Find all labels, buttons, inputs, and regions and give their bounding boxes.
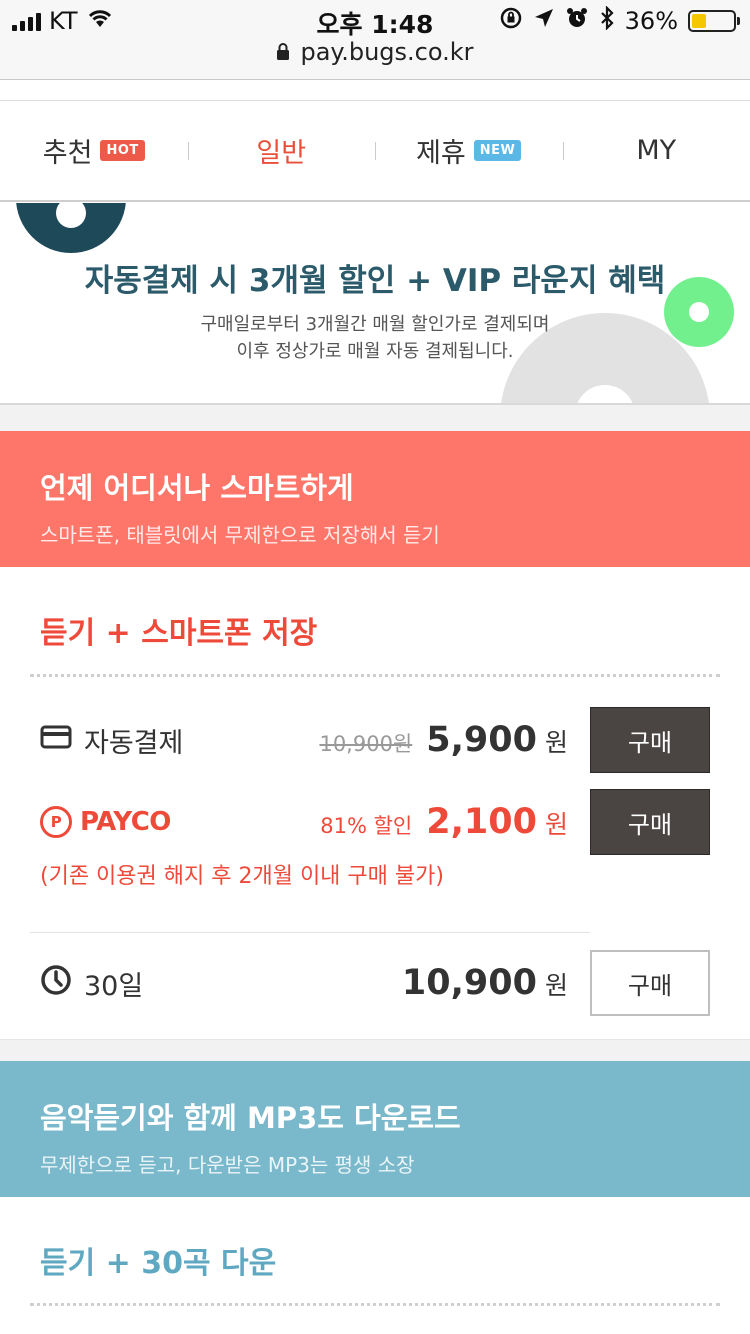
tab-recommend[interactable]: 추천 HOT (0, 131, 188, 170)
days-label: 30일 (84, 970, 144, 1002)
payco-price: 2,100 (426, 802, 537, 842)
days-30-row: 30일 10,900 원 구매 (40, 950, 710, 1016)
divider (30, 932, 590, 933)
disc-decoration (16, 203, 126, 253)
browser-status-bar: KT 오후 1:48 36% pay.bugs.co.kr (0, 0, 750, 80)
tab-label: 일반 (256, 138, 307, 169)
new-badge: NEW (473, 140, 522, 161)
tab-label: 추천 (42, 138, 93, 169)
section-header-smart: 언제 어디서나 스마트하게 스마트폰, 태블릿에서 무제한으로 저장해서 듣기 (0, 431, 750, 567)
product-title: 듣기 + 30곡 다운 (40, 1246, 277, 1281)
payco-icon: P (40, 806, 72, 838)
payco-row: P PAYCO 81% 할인 2,100 원 구매 (40, 789, 710, 855)
auto-pay-label: 자동결제 (84, 727, 184, 759)
tab-my[interactable]: MY (562, 135, 750, 166)
days-price: 10,900 (401, 963, 537, 1003)
auto-pay-row: 자동결제 10,900원 5,900 원 구매 (40, 707, 710, 773)
promo-banner: 자동결제 시 3개월 할인 + VIP 라운지 혜택 구매일로부터 3개월간 매… (0, 203, 750, 405)
tab-label: 제휴 (416, 138, 466, 169)
location-icon (533, 7, 555, 35)
url-bar[interactable]: pay.bugs.co.kr (0, 38, 750, 66)
clock-icon (40, 964, 72, 1003)
hot-badge: HOT (100, 140, 145, 161)
section-heading: 음악듣기와 함께 MP3도 다운로드 (40, 1101, 461, 1135)
banner-description: 구매일로부터 3개월간 매월 할인가로 결제되며 이후 정상가로 매월 자동 결… (200, 314, 550, 362)
section-heading: 언제 어디서나 스마트하게 (40, 471, 354, 505)
buy-30days-button[interactable]: 구매 (590, 950, 710, 1016)
category-tabs: 추천 HOT 일반 제휴 NEW MY (0, 100, 750, 202)
buy-auto-pay-button[interactable]: 구매 (590, 707, 710, 773)
alarm-icon (565, 6, 589, 36)
divider (30, 1303, 720, 1306)
divider (30, 674, 720, 677)
original-price: 10,900원 (319, 732, 413, 756)
credit-card-icon (40, 725, 72, 756)
tab-partnership[interactable]: 제휴 NEW (375, 131, 563, 170)
banner-title: 자동결제 시 3개월 할인 + VIP 라운지 혜택 (84, 263, 666, 299)
url-text: pay.bugs.co.kr (300, 38, 474, 66)
sale-price: 5,900 (426, 720, 537, 760)
battery-percent: 36% (624, 7, 678, 35)
battery-icon (688, 10, 740, 32)
section-header-mp3: 음악듣기와 함께 MP3도 다운로드 무제한으로 듣고, 다운받은 MP3는 평… (0, 1061, 750, 1197)
section-subheading: 무제한으로 듣고, 다운받은 MP3는 평생 소장 (40, 1153, 415, 1177)
product-title: 듣기 + 스마트폰 저장 (40, 616, 318, 651)
bluetooth-icon (599, 5, 615, 36)
tab-general[interactable]: 일반 (187, 131, 376, 170)
buy-payco-button[interactable]: 구매 (590, 789, 710, 855)
lock-icon (276, 38, 290, 66)
section-subheading: 스마트폰, 태블릿에서 무제한으로 저장해서 듣기 (40, 523, 440, 547)
discount-rate: 81% 할인 (320, 814, 413, 838)
tab-label: MY (636, 135, 677, 166)
payco-logo: P PAYCO (40, 806, 171, 838)
rotation-lock-icon (499, 6, 523, 36)
payco-notice: (기존 이용권 해지 후 2개월 이내 구매 불가) (40, 864, 444, 889)
